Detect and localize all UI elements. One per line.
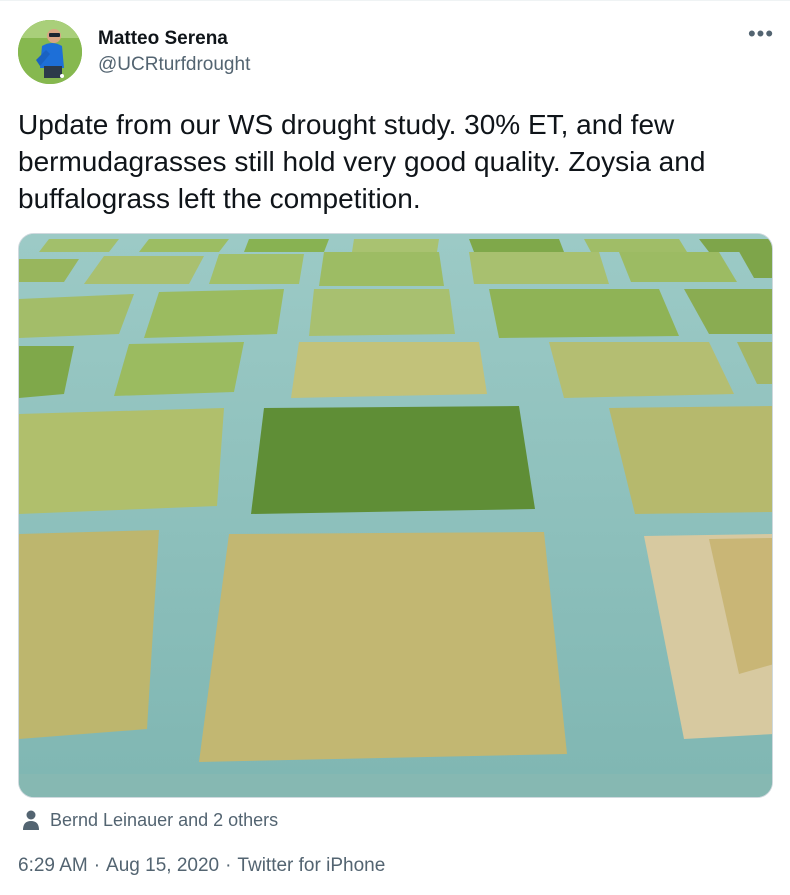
more-dots-icon: •••	[747, 21, 775, 46]
person-icon	[22, 810, 40, 830]
tweet-date-link[interactable]: Aug 15, 2020	[106, 855, 219, 877]
tweet-source-link[interactable]: Twitter for iPhone	[237, 855, 385, 877]
tweet-time-link[interactable]: 6:29 AM	[18, 855, 88, 877]
more-options-button[interactable]: •••	[744, 23, 778, 50]
divider	[0, 0, 790, 1]
tagged-users[interactable]: Bernd Leinauer and 2 others	[22, 808, 278, 832]
separator: ·	[93, 855, 101, 876]
author-handle[interactable]: @UCRturfdrought	[98, 54, 250, 76]
tweet-text: Update from our WS drought study. 30% ET…	[18, 109, 706, 214]
tweet: Matteo Serena @UCRturfdrought ••• Update…	[0, 0, 790, 895]
tagged-users-label: Bernd Leinauer and 2 others	[50, 809, 279, 830]
separator: ·	[225, 855, 232, 876]
tweet-metadata: 6:29 AM · Aug 15, 2020 · Twitter for iPh…	[18, 855, 385, 877]
author-name[interactable]: Matteo Serena	[98, 28, 228, 50]
tweet-photo[interactable]	[18, 233, 773, 798]
avatar[interactable]	[18, 20, 82, 84]
